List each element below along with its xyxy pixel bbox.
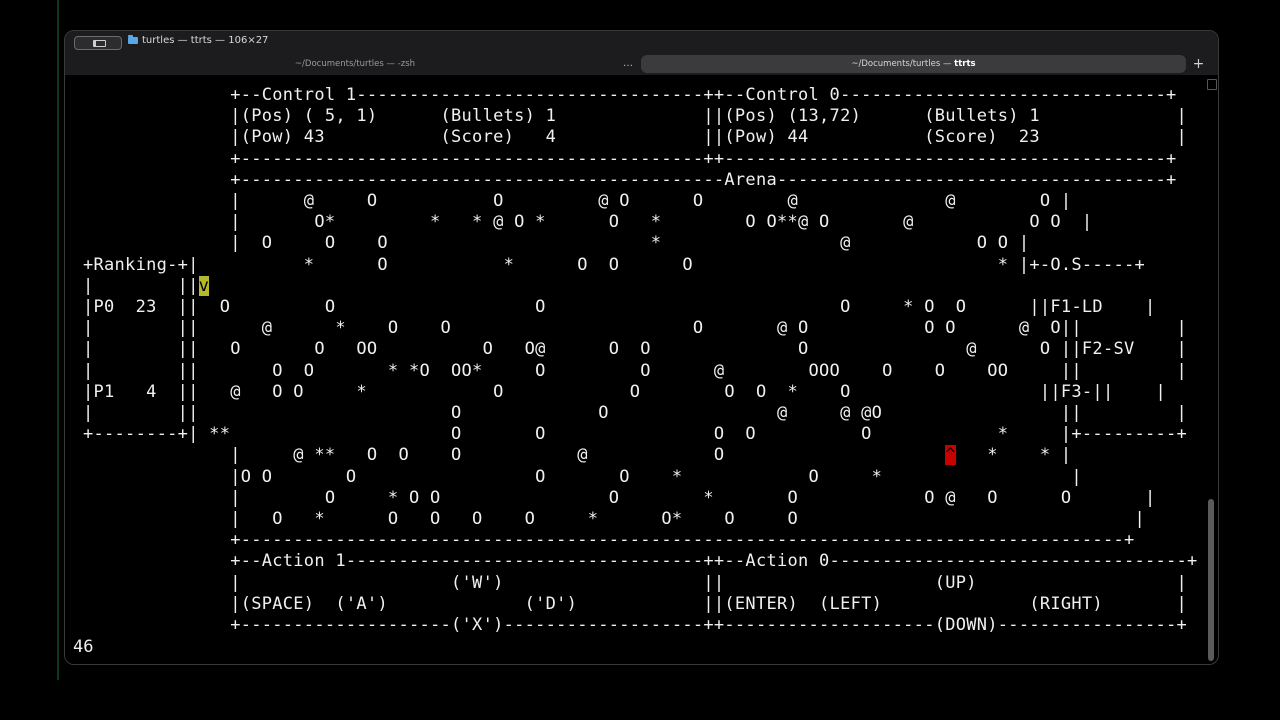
scroll-marker-icon[interactable] xyxy=(1207,79,1217,90)
screen-line-10: |P0 23 || O O O O * O O ||F1-LD | xyxy=(83,297,1156,318)
screen-line-23: | ('W') || (UP) | xyxy=(83,572,1188,593)
screen-line-22: +--Action 1-----------------------------… xyxy=(83,551,1198,572)
screen-line-7: | O O O * @ O O | xyxy=(83,233,1030,254)
screen-line-6: | O* * * @ O * O * O O**@ O @ O O | xyxy=(83,212,1093,233)
screen-line-12: | || O O OO O O@ O O O @ O ||F2-SV | xyxy=(83,339,1188,360)
terminal-content[interactable]: +--Control 1----------------------------… xyxy=(65,75,1218,664)
game-screen: +--Control 1----------------------------… xyxy=(83,85,1198,636)
folder-icon xyxy=(128,35,138,44)
screen-line-13: | || O O * *O OO* O O @ OOO O O OO || | xyxy=(83,360,1188,381)
status-line: 46 xyxy=(73,637,94,657)
screen-line-3: +---------------------------------------… xyxy=(83,148,1177,169)
screen-line-9-text: | || xyxy=(83,275,199,296)
screen-line-11: | || @ * O O O @ O O O @ O|| | xyxy=(83,318,1188,339)
screen-line-16: +--------+| ** O O O O O * |+---------+ xyxy=(83,424,1188,445)
tab-ttrts[interactable]: ~/Documents/turtles — ttrts xyxy=(641,55,1186,73)
new-tab-button[interactable]: + xyxy=(1189,56,1208,72)
tab-ttrts-path: ~/Documents/turtles — xyxy=(851,59,955,69)
tab-overflow-icon[interactable]: … xyxy=(623,55,633,73)
player-unit-cursor: v xyxy=(198,275,210,296)
screen-line-5: | @ O O @ O O @ @ O | xyxy=(83,191,1072,212)
screen-line-25: +--------------------('X')--------------… xyxy=(83,615,1188,636)
screen-line-17-rest: * * | xyxy=(955,445,1072,466)
screen-line-15: | || O O @ @ @O || | xyxy=(83,403,1188,424)
screen-line-17-text: | @ ** O O O @ O xyxy=(83,445,946,466)
screen-line-21: +---------------------------------------… xyxy=(83,530,1135,551)
tab-zsh[interactable]: ~/Documents/turtles — -zsh xyxy=(71,55,639,73)
screen-line-19: | O * O O O * O O @ O O | xyxy=(83,487,1156,508)
desktop-edge xyxy=(57,0,59,680)
screen-line-9: | ||v xyxy=(83,275,1198,297)
tab-bar: ~/Documents/turtles — -zsh … ~/Documents… xyxy=(65,53,1218,75)
screen-line-2: |(Pow) 43 (Score) 4 ||(Pow) 44 (Score) 2… xyxy=(83,127,1188,148)
enemy-unit-marker: ^ xyxy=(945,445,956,466)
screen-line-24: |(SPACE) ('A') ('D') ||(ENTER) (LEFT) (R… xyxy=(83,593,1188,614)
screen-line-14: |P1 4 || @ O O * O O O O * O ||F3-|| | xyxy=(83,381,1167,402)
title-bar: turtles — ttrts — 106×27 xyxy=(65,31,1218,53)
scrollbar-thumb[interactable] xyxy=(1208,499,1214,661)
window-title: turtles — ttrts — 106×27 xyxy=(142,35,269,46)
screen-line-20: | O * O O O O * O* O O | xyxy=(83,509,1146,530)
screen-line-0: +--Control 1----------------------------… xyxy=(83,85,1177,105)
screen-line-18: |O O O O O * O * | xyxy=(83,466,1082,487)
terminal-window: turtles — ttrts — 106×27 ~/Documents/tur… xyxy=(64,30,1219,665)
screen-line-4: +---------------------------------------… xyxy=(83,169,1177,190)
sidebar-toggle-icon[interactable] xyxy=(74,36,122,50)
screen-line-8: +Ranking-+| * O * O O O * |+-O.S-----+ xyxy=(83,254,1146,275)
screen-line-1: |(Pos) ( 5, 1) (Bullets) 1 ||(Pos) (13,7… xyxy=(83,106,1188,127)
tab-ttrts-process: ttrts xyxy=(954,59,976,69)
screen-line-17: | @ ** O O O @ O ^ * * | xyxy=(83,445,1198,466)
